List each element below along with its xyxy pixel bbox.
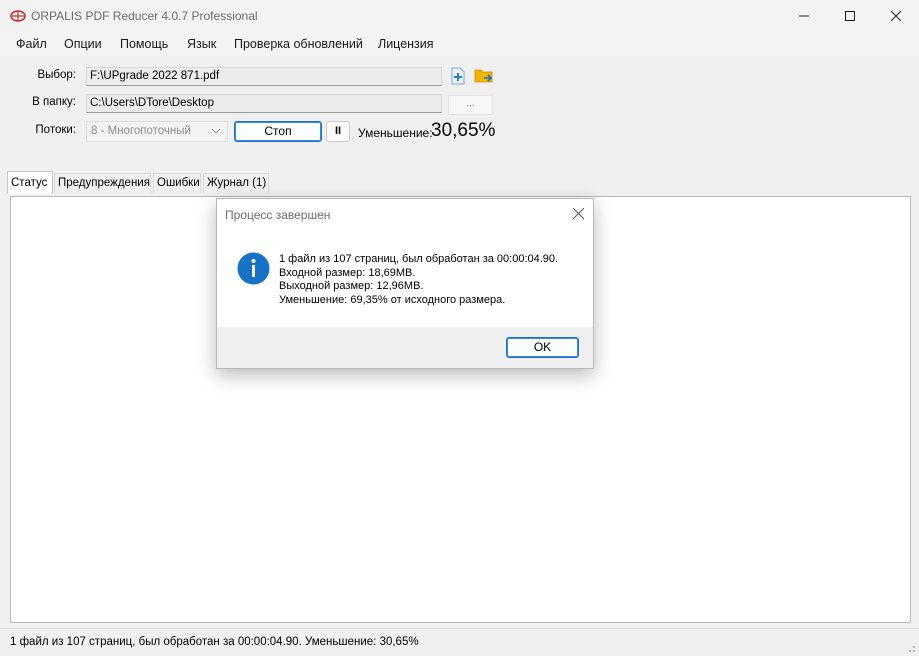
folder-label: В папку: <box>32 96 76 108</box>
app-logo-icon <box>10 10 26 22</box>
menu-language[interactable]: Язык <box>187 37 216 51</box>
dialog-line-input-size: Входной размер: 18,69MB. <box>279 266 416 279</box>
close-icon <box>891 11 901 21</box>
reduction-label: Уменьшение: <box>358 126 433 140</box>
stop-button[interactable]: Стоп <box>234 121 322 142</box>
tab-errors[interactable]: Ошибки <box>153 173 201 193</box>
ok-button[interactable]: OK <box>506 337 579 358</box>
reduction-value: 30,65% <box>431 120 496 141</box>
status-bar: 1 файл из 107 страниц, был обработан за … <box>0 628 919 656</box>
window-title: ORPALIS PDF Reducer 4.0.7 Professional <box>31 9 258 23</box>
threads-select[interactable]: 8 - Многопоточный <box>86 121 228 142</box>
open-folder-icon[interactable] <box>474 67 494 85</box>
menu-options[interactable]: Опции <box>64 37 102 51</box>
dialog-line-output-size: Выходной размер: 12,96MB. <box>279 280 424 292</box>
output-folder-field[interactable]: C:\Users\DTore\Desktop <box>86 94 442 113</box>
browse-folder-button[interactable]: ... <box>448 95 493 115</box>
menu-help[interactable]: Помощь <box>120 37 168 51</box>
minimize-button[interactable] <box>781 0 827 32</box>
dialog-message: 1 файл из 107 страниц, был обработан за … <box>279 253 558 307</box>
source-file-field[interactable]: F:\UPgrade 2022 871.pdf <box>86 67 442 86</box>
dialog-line-reduction: Уменьшение: 69,35% от исходного размера. <box>279 293 506 306</box>
info-icon <box>237 252 270 285</box>
menu-bar: Файл Опции Помощь Язык Проверка обновлен… <box>0 32 919 56</box>
threads-value: 8 - Многопоточный <box>91 125 191 137</box>
pause-button[interactable]: II <box>326 121 350 142</box>
chevron-down-icon <box>211 128 221 134</box>
size-grip-icon[interactable] <box>906 643 916 653</box>
process-complete-dialog: Процесс завершен 1 файл из 107 страниц, … <box>216 198 594 369</box>
tab-log[interactable]: Журнал (1) <box>203 173 269 193</box>
status-text: 1 файл из 107 страниц, был обработан за … <box>10 636 419 648</box>
tab-status[interactable]: Статус <box>7 171 53 194</box>
minimize-icon <box>799 15 809 17</box>
threads-label: Потоки: <box>35 124 76 136</box>
tab-warnings[interactable]: Предупреждения <box>54 173 151 193</box>
menu-license[interactable]: Лицензия <box>378 37 434 51</box>
maximize-icon <box>845 11 855 21</box>
add-file-icon[interactable] <box>450 67 466 85</box>
dialog-footer: OK <box>217 327 593 368</box>
close-button[interactable] <box>873 0 919 32</box>
select-label: Выбор: <box>37 69 76 81</box>
dialog-title: Процесс завершен <box>225 208 331 222</box>
title-bar: ORPALIS PDF Reducer 4.0.7 Professional <box>0 0 919 32</box>
dialog-line-summary: 1 файл из 107 страниц, был обработан за … <box>279 253 559 265</box>
menu-check-updates[interactable]: Проверка обновлений <box>234 37 363 51</box>
maximize-button[interactable] <box>827 0 873 32</box>
menu-file[interactable]: Файл <box>16 37 47 51</box>
close-icon[interactable] <box>573 208 584 219</box>
